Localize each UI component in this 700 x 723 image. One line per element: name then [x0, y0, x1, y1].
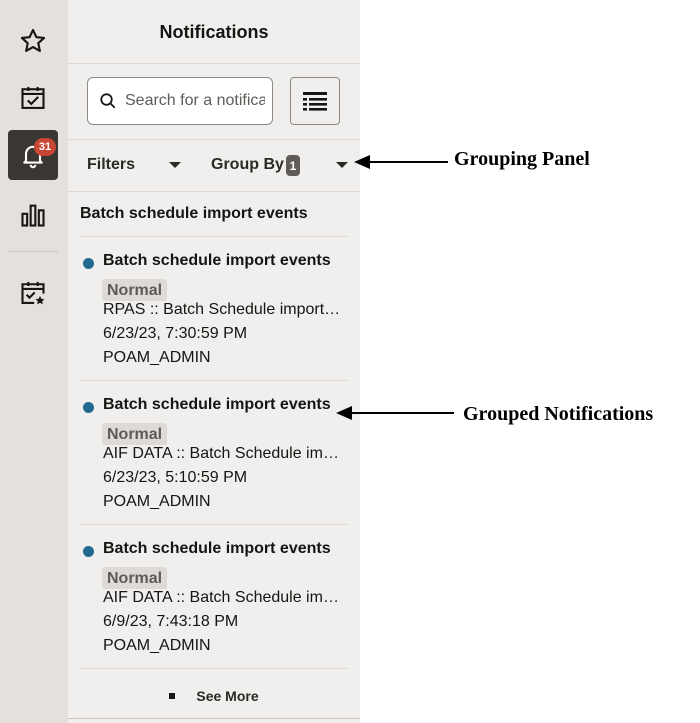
priority-badge: Normal	[102, 567, 168, 589]
see-more-button[interactable]: See More	[68, 688, 360, 704]
notification-timestamp: 6/23/23, 7:30:59 PM	[103, 325, 248, 342]
divider	[80, 524, 348, 525]
favorite-tasks-button[interactable]	[8, 268, 58, 318]
notification-description: AIF DATA :: Batch Schedule import event	[103, 589, 343, 606]
group-header: Batch schedule import events	[80, 205, 308, 222]
unread-dot-icon	[83, 546, 94, 557]
notification-description: RPAS :: Batch Schedule import event	[103, 301, 343, 318]
calendar-star-icon	[21, 281, 45, 305]
divider	[80, 380, 348, 381]
notifications-button[interactable]: 31	[8, 130, 58, 180]
grouped-notifications-callout: Grouped Notifications	[463, 403, 654, 425]
divider	[68, 139, 360, 140]
search-box[interactable]	[87, 77, 273, 125]
search-input[interactable]	[125, 92, 265, 110]
notification-item[interactable]: Batch schedule import events Normal RPAS…	[80, 252, 348, 372]
search-icon	[100, 93, 116, 109]
notification-count-badge: 31	[34, 138, 56, 156]
tasks-button[interactable]	[8, 73, 58, 123]
notification-item[interactable]: Batch schedule import events Normal AIF …	[80, 396, 348, 516]
notification-description: AIF DATA :: Batch Schedule import event	[103, 445, 343, 462]
star-icon	[20, 28, 46, 52]
unread-dot-icon	[83, 402, 94, 413]
notification-timestamp: 6/23/23, 5:10:59 PM	[103, 469, 248, 486]
notification-user: POAM_ADMIN	[103, 349, 211, 366]
notification-item[interactable]: Batch schedule import events Normal AIF …	[80, 540, 348, 660]
notification-title: Batch schedule import events	[103, 540, 331, 557]
filters-chevron-down-icon[interactable]	[169, 162, 181, 168]
notification-title: Batch schedule import events	[103, 252, 331, 269]
square-bullet-icon	[169, 693, 176, 699]
divider	[68, 191, 360, 192]
group-by-count-badge: 1	[286, 155, 300, 176]
priority-badge: Normal	[102, 423, 168, 445]
panel-title: Notifications	[159, 22, 269, 42]
group-by-chevron-down-icon[interactable]	[336, 162, 348, 168]
notification-title: Batch schedule import events	[103, 396, 331, 413]
notification-user: POAM_ADMIN	[103, 493, 211, 510]
icon-rail: 31	[0, 0, 68, 723]
grouping-panel-arrow-icon	[354, 155, 448, 169]
rail-divider	[8, 251, 58, 252]
bar-chart-icon	[21, 204, 45, 227]
grouped-notifications-arrow-icon	[336, 406, 454, 420]
divider	[80, 668, 348, 669]
favorites-button[interactable]	[8, 16, 58, 66]
view-options-button[interactable]	[290, 77, 340, 125]
divider	[68, 718, 360, 719]
priority-badge: Normal	[102, 279, 168, 301]
reports-button[interactable]	[8, 190, 58, 240]
see-more-label: See More	[196, 688, 259, 704]
filters-dropdown-label[interactable]: Filters	[87, 156, 135, 174]
calendar-check-icon	[21, 86, 45, 109]
divider	[80, 236, 348, 237]
group-by-dropdown-label[interactable]: Group By	[211, 156, 284, 174]
notification-user: POAM_ADMIN	[103, 637, 211, 654]
notification-timestamp: 6/9/23, 7:43:18 PM	[103, 613, 239, 630]
list-view-icon	[303, 92, 327, 111]
divider	[68, 63, 360, 64]
notifications-panel: Notifications Filters Group By 1 Batch s…	[68, 0, 360, 723]
unread-dot-icon	[83, 258, 94, 269]
grouping-panel-callout: Grouping Panel	[454, 148, 590, 170]
